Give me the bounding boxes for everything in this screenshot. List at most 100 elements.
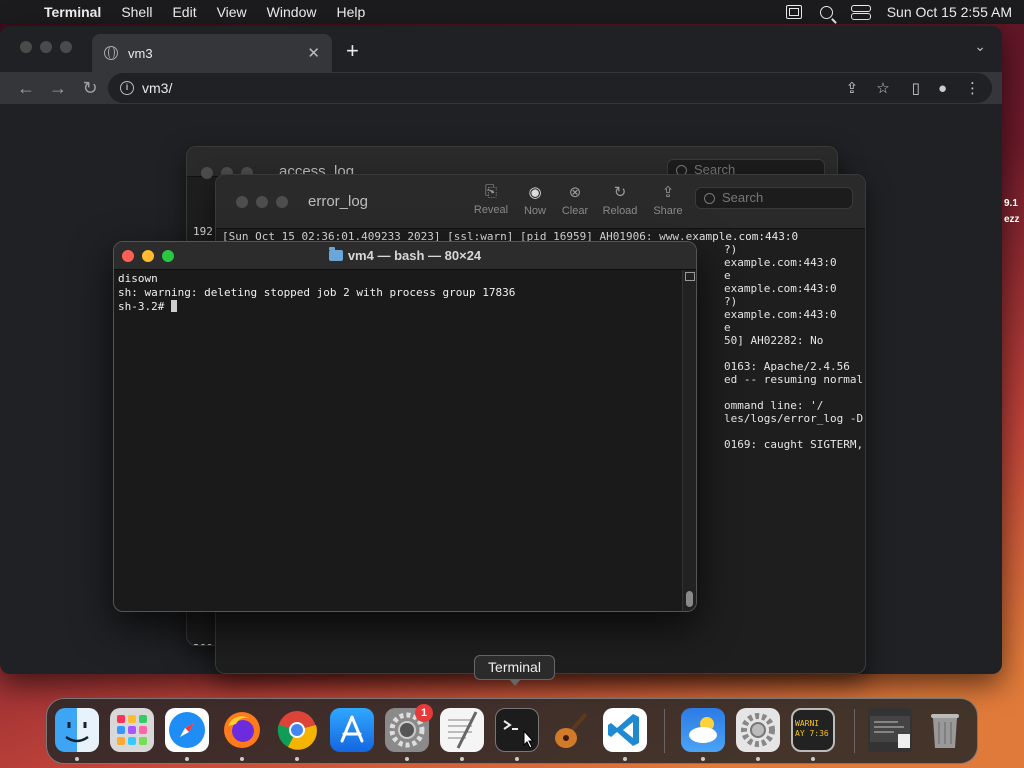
vscode-running-dot — [623, 757, 627, 761]
terminal-prompt: sh-3.2# — [118, 300, 171, 313]
share-icon[interactable]: ⇪ — [846, 79, 859, 97]
dock-separator — [664, 709, 665, 753]
chrome-icon[interactable] — [275, 708, 319, 752]
chrome-logo-icon — [277, 711, 317, 750]
menu-view[interactable]: View — [217, 4, 247, 20]
bookmark-star-icon[interactable]: ☆ — [876, 79, 889, 97]
error-log-line: example.com:443:0 — [724, 282, 837, 295]
weather-icon[interactable] — [681, 708, 725, 752]
clear-label: Clear — [561, 205, 589, 217]
error-log-search-input[interactable]: Search — [695, 187, 853, 209]
error-log-line: ommand line: '/ — [724, 399, 824, 412]
menu-window[interactable]: Window — [267, 4, 317, 20]
terminal-title: vm4 — bash — 80×24 — [114, 247, 696, 263]
menu-help[interactable]: Help — [336, 4, 365, 20]
menu-shell[interactable]: Shell — [121, 4, 152, 20]
tab-close-icon[interactable]: ✕ — [307, 44, 320, 62]
trash-icon[interactable] — [923, 708, 967, 752]
system-settings-running-dot — [756, 757, 760, 761]
dock-separator — [854, 709, 855, 753]
firefox-running-dot — [240, 757, 244, 761]
reveal-label: Reveal — [473, 204, 509, 216]
terminal-scroll-thumb[interactable] — [686, 591, 693, 607]
tab-search-chevron-icon[interactable]: ⌄ — [974, 38, 986, 55]
weather-running-dot — [701, 757, 705, 761]
terminal-prompt-icon — [503, 720, 535, 749]
side-edge-text: 9.1 — [1004, 198, 1018, 209]
finder-running-dot — [75, 757, 79, 761]
console-icon[interactable]: WARNI AY 7:36 — [791, 708, 835, 752]
menu-clock[interactable]: Sun Oct 15 2:55 AM — [887, 4, 1012, 20]
finder-icon[interactable] — [55, 708, 99, 752]
terminal-dock-icon[interactable] — [495, 708, 539, 752]
app-store-icon[interactable] — [330, 708, 374, 752]
settings-gear-icon — [741, 713, 775, 747]
launchpad-icon[interactable] — [110, 708, 154, 752]
error-log-minimize-button[interactable] — [256, 196, 268, 208]
back-arrow-icon[interactable]: ← — [10, 78, 42, 99]
error-log-line: ed -- resuming normal — [724, 373, 864, 386]
forward-arrow-icon[interactable]: → — [42, 78, 74, 99]
terminal-titlebar: vm4 — bash — 80×24 — [114, 242, 696, 270]
error-log-title: error_log — [308, 193, 369, 210]
error-log-close-button[interactable] — [236, 196, 248, 208]
tab-title: vm3 — [128, 45, 153, 61]
share-button[interactable]: ⇪ Share — [646, 183, 690, 217]
error-log-line — [724, 425, 863, 438]
menu-edit[interactable]: Edit — [172, 4, 196, 20]
browser-zoom-button[interactable] — [60, 41, 72, 53]
control-center-icon[interactable] — [850, 5, 871, 20]
safari-icon[interactable] — [165, 708, 209, 752]
new-tab-button[interactable]: + — [346, 38, 359, 64]
chrome-running-dot — [295, 757, 299, 761]
folder-icon — [328, 247, 343, 261]
reveal-button[interactable]: ⎘ Reveal — [469, 183, 513, 216]
textedit-page-icon — [448, 711, 478, 749]
finder-face-icon — [65, 722, 89, 743]
reload-log-icon: ↻ — [613, 184, 627, 201]
reload-icon[interactable]: ↻ — [74, 78, 106, 99]
scroll-marker-icon[interactable] — [685, 272, 695, 281]
dock: 1 WARNI AY 7:36 — [46, 698, 978, 764]
access-log-close-button[interactable] — [201, 167, 213, 179]
recent-screenshot-icon[interactable] — [868, 708, 912, 752]
more-menu-icon[interactable]: ⋮ — [965, 79, 980, 97]
system-preferences-badge: 1 — [415, 704, 433, 722]
error-log-line: les/logs/error_log -D — [724, 412, 864, 425]
terminal-title-text: vm4 — bash — 80×24 — [347, 248, 482, 263]
instruments-icon[interactable] — [550, 708, 594, 752]
tab-strip: vm3 ✕ + ⌄ — [0, 26, 1002, 72]
error-log-line — [724, 347, 863, 360]
share-log-icon: ⇪ — [661, 184, 675, 201]
profile-icon[interactable]: ● — [938, 80, 947, 97]
now-icon: ◉ — [528, 184, 542, 201]
firefox-icon[interactable] — [220, 708, 264, 752]
reload-button[interactable]: ↻ Reload — [598, 183, 642, 217]
error-log-zoom-button[interactable] — [276, 196, 288, 208]
side-panel-icon[interactable]: ▯ — [912, 79, 920, 97]
address-url[interactable]: vm3/ — [142, 80, 828, 96]
console-running-dot — [811, 757, 815, 761]
error-log-line: e — [724, 321, 731, 334]
terminal-scrollbar[interactable] — [682, 270, 696, 611]
system-settings-icon[interactable] — [736, 708, 780, 752]
now-button[interactable]: ◉ Now — [513, 183, 557, 217]
spotlight-search-icon[interactable] — [819, 5, 833, 19]
menu-app-terminal[interactable]: Terminal — [44, 4, 101, 20]
terminal-window[interactable]: vm4 — bash — 80×24 disown sh: warning: de… — [113, 241, 697, 612]
vscode-icon[interactable] — [603, 708, 647, 752]
terminal-output[interactable]: disown sh: warning: deleting stopped job … — [118, 272, 680, 607]
launchpad-grid-icon — [117, 715, 147, 745]
window-switcher-icon[interactable] — [785, 5, 802, 19]
textedit-icon[interactable] — [440, 708, 484, 752]
tab-vm3[interactable]: vm3 ✕ — [92, 34, 332, 72]
error-log-line: ?) — [724, 243, 738, 256]
browser-minimize-button[interactable] — [40, 41, 52, 53]
browser-close-button[interactable] — [20, 41, 32, 53]
clear-button[interactable]: ⊗ Clear — [553, 183, 597, 217]
error-log-line — [724, 386, 863, 399]
screenshot-thumb-icon — [870, 716, 910, 748]
trash-can-icon — [931, 714, 959, 748]
site-info-icon[interactable]: i — [120, 81, 134, 95]
address-bar[interactable]: i vm3/ ⇪ ☆ ▯ ● ⋮ — [108, 73, 992, 103]
